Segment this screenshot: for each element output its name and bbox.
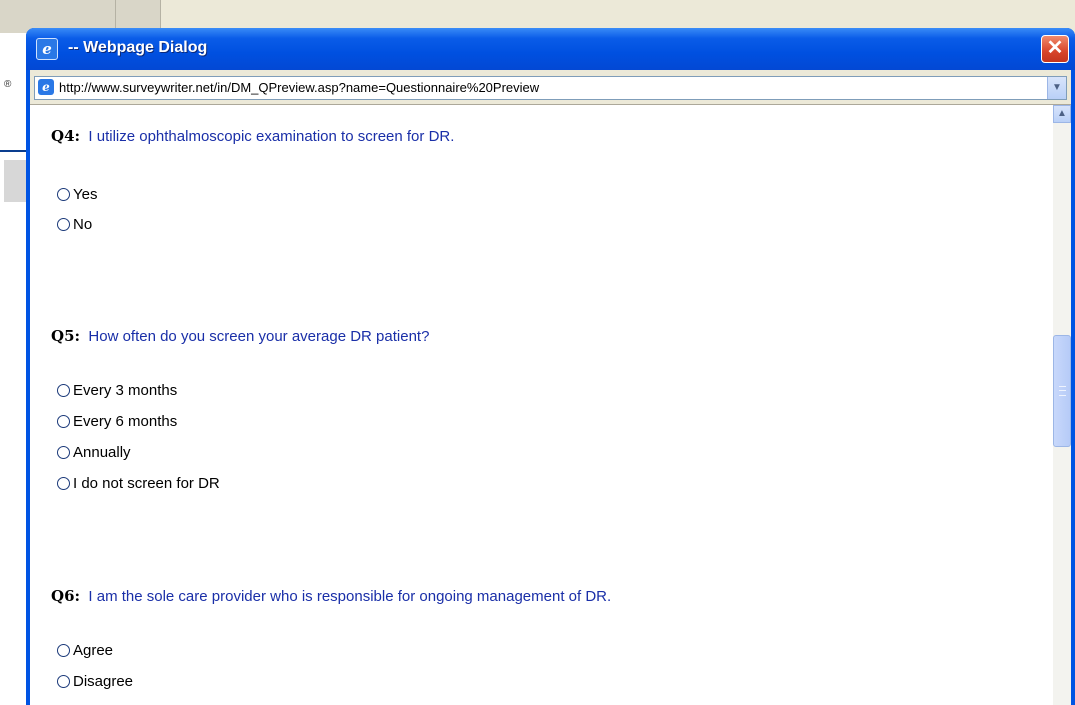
question-number: Q6: (51, 587, 81, 605)
option-label: Disagree (73, 673, 134, 690)
radio-button[interactable] (57, 218, 70, 231)
option-annually[interactable]: Annually (57, 444, 131, 461)
address-field[interactable]: e http://www.surveywriter.net/in/DM_QPre… (34, 76, 1067, 100)
radio-button[interactable] (57, 644, 70, 657)
ie-page-icon: e (38, 79, 54, 95)
survey-content: Q4: I utilize ophthalmoscopic examinatio… (30, 105, 1053, 705)
option-every-6-months[interactable]: Every 6 months (57, 413, 177, 430)
radio-button[interactable] (57, 415, 70, 428)
option-label: Annually (73, 444, 131, 461)
radio-button[interactable] (57, 188, 70, 201)
dialog-titlebar[interactable]: e -- Webpage Dialog ✕ (26, 28, 1075, 70)
option-label: I do not screen for DR (73, 475, 220, 492)
option-label: Every 3 months (73, 382, 178, 399)
address-url: http://www.surveywriter.net/in/DM_QPrevi… (59, 80, 540, 95)
webpage-dialog: e -- Webpage Dialog ✕ e http://www.surve… (26, 28, 1075, 705)
option-label: Agree (73, 642, 114, 659)
dialog-client-area: e http://www.surveywriter.net/in/DM_QPre… (30, 70, 1071, 705)
option-agree[interactable]: Agree (57, 642, 113, 659)
option-label: No (73, 216, 93, 233)
question-q5: Q5: How often do you screen your average… (51, 327, 429, 345)
vertical-scrollbar[interactable]: ▲ (1053, 105, 1071, 705)
option-every-3-months[interactable]: Every 3 months (57, 382, 177, 399)
question-q4: Q4: I utilize ophthalmoscopic examinatio… (51, 127, 454, 145)
option-disagree[interactable]: Disagree (57, 673, 133, 690)
dialog-title: -- Webpage Dialog (68, 39, 208, 56)
radio-button[interactable] (57, 675, 70, 688)
question-text: I utilize ophthalmoscopic examination to… (88, 128, 455, 145)
ie-icon: e (36, 38, 58, 60)
address-bar: e http://www.surveywriter.net/in/DM_QPre… (30, 70, 1071, 105)
option-label: Every 6 months (73, 413, 178, 430)
question-number: Q5: (51, 327, 81, 345)
chevron-down-icon[interactable]: ▼ (1047, 77, 1066, 99)
background-reg-mark: ® (4, 79, 12, 90)
chevron-up-icon[interactable]: ▲ (1053, 105, 1071, 123)
option-yes[interactable]: Yes (57, 186, 97, 203)
question-number: Q4: (51, 127, 81, 145)
scrollbar-thumb[interactable] (1053, 335, 1071, 447)
close-button[interactable]: ✕ (1041, 35, 1069, 63)
radio-button[interactable] (57, 384, 70, 397)
option-label: Yes (73, 186, 98, 203)
option-do-not-screen[interactable]: I do not screen for DR (57, 475, 220, 492)
question-q6: Q6: I am the sole care provider who is r… (51, 587, 611, 605)
option-no[interactable]: No (57, 216, 92, 233)
grip-icon (1059, 386, 1066, 396)
question-text: How often do you screen your average DR … (88, 328, 430, 345)
radio-button[interactable] (57, 446, 70, 459)
radio-button[interactable] (57, 477, 70, 490)
question-text: I am the sole care provider who is respo… (88, 588, 612, 605)
